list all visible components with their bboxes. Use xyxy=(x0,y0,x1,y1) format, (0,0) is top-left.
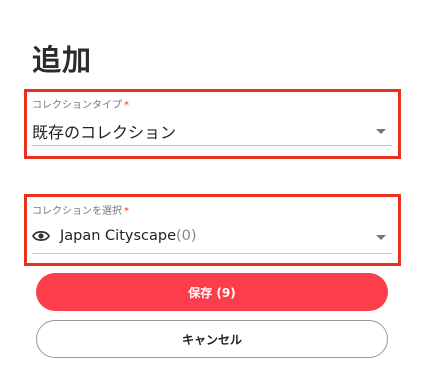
dialog-title: 追加 xyxy=(32,43,93,77)
chevron-down-icon[interactable] xyxy=(376,129,386,134)
collection-type-label: コレクションタイプ * xyxy=(32,96,129,111)
collection-select[interactable]: コレクションを選択 * Japan Cityscape (0) xyxy=(31,198,392,260)
chevron-down-icon[interactable] xyxy=(376,235,386,240)
eye-icon xyxy=(31,229,51,243)
collection-count: (0) xyxy=(176,228,197,244)
collection-type-select[interactable]: コレクションタイプ * 既存のコレクション xyxy=(32,92,392,152)
collection-select-label-text: コレクションを選択 xyxy=(32,206,122,217)
collection-name: Japan Cityscape xyxy=(60,228,177,244)
collection-type-underline xyxy=(32,145,392,146)
required-mark: * xyxy=(124,100,129,111)
required-mark: * xyxy=(124,206,129,217)
collection-select-underline xyxy=(32,253,392,254)
cancel-button[interactable]: キャンセル xyxy=(36,320,388,358)
save-button[interactable]: 保存 (9) xyxy=(36,273,388,311)
collection-select-value: Japan Cityscape (0) xyxy=(31,228,197,244)
collection-type-label-text: コレクションタイプ xyxy=(32,100,122,111)
collection-type-value: 既存のコレクション xyxy=(32,123,177,142)
collection-select-label: コレクションを選択 * xyxy=(32,202,129,217)
